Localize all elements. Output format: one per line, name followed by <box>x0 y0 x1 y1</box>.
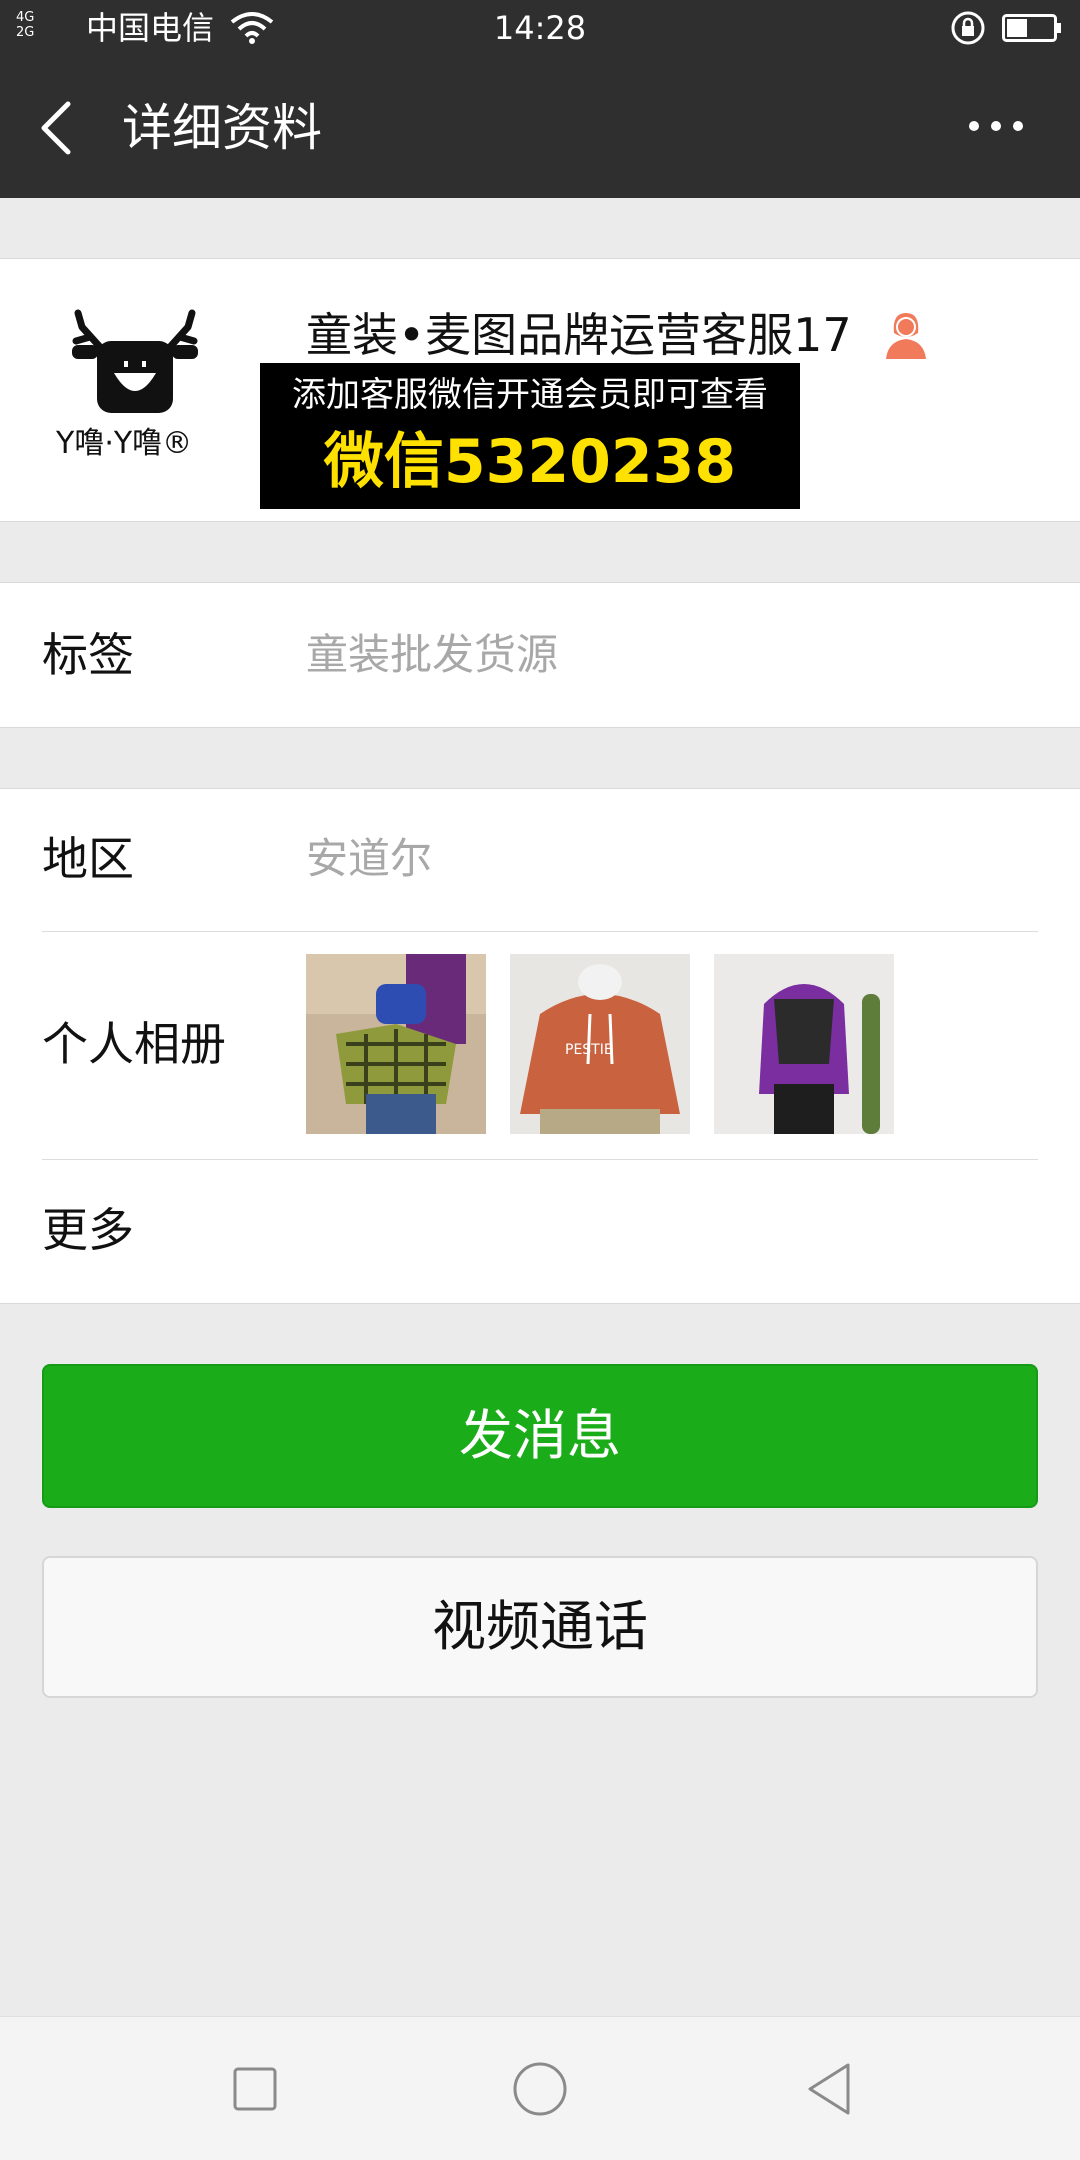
album-row[interactable]: 个人相册 PESTIE <box>0 932 1080 1158</box>
region-row: 地区 安道尔 <box>0 789 1080 931</box>
female-person-icon <box>886 313 926 359</box>
home-icon[interactable] <box>510 2059 570 2119</box>
send-message-button[interactable]: 发消息 <box>42 1364 1038 1508</box>
recent-apps-icon[interactable] <box>225 2059 285 2119</box>
system-navigation-bar <box>0 2016 1080 2160</box>
info-section: 地区 安道尔 个人相册 PESTIE <box>0 788 1080 1304</box>
battery-icon <box>1002 14 1061 42</box>
album-photo-2[interactable]: PESTIE <box>510 954 690 1134</box>
promo-banner: 添加客服微信开通会员即可查看 微信5320238 <box>260 363 800 509</box>
album-photo-1[interactable] <box>306 954 486 1134</box>
tag-label: 标签 <box>42 628 134 682</box>
back-chevron-icon[interactable] <box>38 100 78 156</box>
tag-section: 标签 童装批发货源 <box>0 582 1080 728</box>
promo-text: 添加客服微信开通会员即可查看 <box>292 375 768 415</box>
back-triangle-icon[interactable] <box>800 2059 860 2119</box>
profile-header: Y噜·Y噜® 童装•麦图品牌运营客服17 添加客服微信开通会员即可查看 微信53… <box>0 258 1080 522</box>
profile-name: 童装•麦图品牌运营客服17 <box>306 308 852 362</box>
promo-wechat-id: 微信5320238 <box>323 427 737 497</box>
more-dots-icon[interactable] <box>966 116 1026 136</box>
tag-row[interactable]: 标签 童装批发货源 <box>0 583 1080 727</box>
album-label: 个人相册 <box>42 1017 226 1071</box>
avatar-brand-text: Y噜·Y噜® <box>56 426 193 461</box>
more-label: 更多 <box>42 1203 134 1257</box>
video-call-button[interactable]: 视频通话 <box>42 1556 1038 1698</box>
tag-value: 童装批发货源 <box>306 630 559 679</box>
clock: 14:28 <box>493 9 587 47</box>
rotation-lock-icon <box>951 11 985 45</box>
page-title: 详细资料 <box>122 99 322 157</box>
region-value: 安道尔 <box>306 834 433 883</box>
album-photo-3[interactable] <box>714 954 894 1134</box>
status-bar: 4G 2G 中国电信 14:28 <box>0 0 1080 56</box>
region-label: 地区 <box>42 832 134 886</box>
title-bar: 详细资料 <box>0 56 1080 198</box>
more-row[interactable]: 更多 <box>0 1160 1080 1303</box>
